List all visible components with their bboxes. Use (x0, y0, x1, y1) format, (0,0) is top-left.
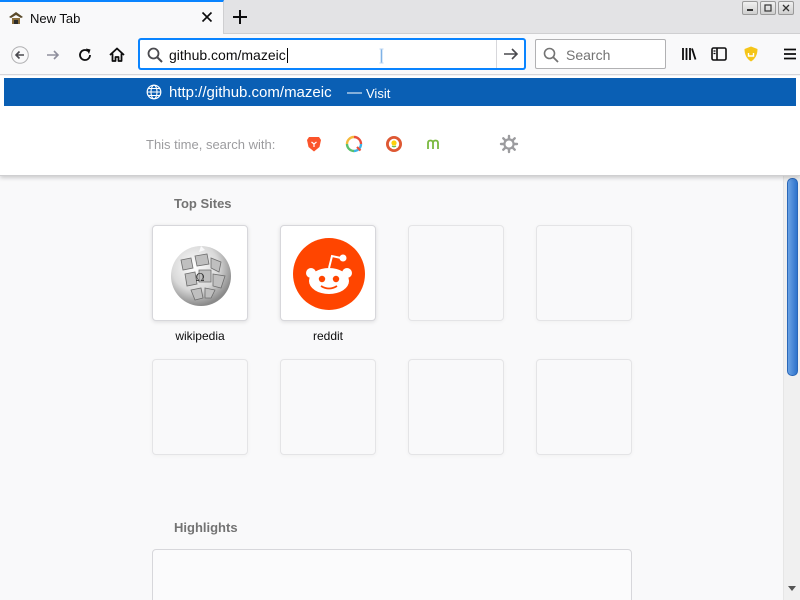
autocomplete-result-row[interactable]: http://github.com/mazeic — Visit (4, 78, 796, 106)
top-site-tile-empty[interactable] (536, 359, 632, 455)
mojeek-icon (427, 139, 439, 149)
top-site-tile-empty[interactable] (408, 225, 504, 321)
text-caret (286, 48, 288, 63)
globe-icon (146, 84, 162, 100)
search-placeholder: Search (566, 47, 611, 63)
one-off-search-label: This time, search with: (146, 137, 276, 152)
url-bar[interactable]: github.com/mazeic (139, 39, 525, 69)
top-site-tile-empty[interactable] (408, 359, 504, 455)
search-icon (147, 47, 163, 63)
go-button[interactable] (496, 40, 525, 68)
duckduckgo-icon (386, 136, 402, 152)
ublock-shield-icon (744, 46, 758, 62)
close-window-icon (782, 4, 790, 12)
search-engine-qwant-button[interactable] (345, 135, 363, 153)
maximize-icon (764, 4, 772, 12)
highlight-card-placeholder (152, 549, 632, 600)
top-site-label-reddit: reddit (312, 329, 344, 343)
top-site-tile-empty[interactable] (152, 359, 248, 455)
scrollbar-thumb[interactable] (787, 178, 798, 376)
sidebar-button[interactable] (706, 41, 732, 67)
autocomplete-separator: — (347, 84, 362, 101)
top-site-tile-empty[interactable] (536, 225, 632, 321)
minimize-icon (747, 9, 753, 11)
search-engine-icon (543, 47, 559, 63)
top-site-label-wikipedia: wikipedia (175, 329, 225, 343)
hamburger-menu-icon (784, 48, 796, 60)
search-engine-duckduckgo-button[interactable] (385, 135, 403, 153)
scroll-down-arrow-icon[interactable] (788, 586, 796, 591)
minimize-button[interactable] (742, 1, 758, 15)
navigation-toolbar: github.com/mazeic Search (0, 35, 800, 75)
brave-lion-icon (307, 137, 321, 152)
window-controls (742, 1, 794, 15)
search-engine-mojeek-button[interactable] (425, 135, 443, 153)
url-input[interactable]: github.com/mazeic (169, 47, 288, 63)
autocomplete-action: Visit (366, 86, 391, 101)
new-tab-button[interactable] (228, 5, 252, 29)
forward-arrow-icon (47, 50, 60, 60)
tab-strip: New Tab (0, 0, 800, 34)
top-site-tile-reddit[interactable] (280, 225, 376, 321)
search-settings-gear-icon[interactable] (499, 134, 519, 154)
top-sites-heading: Top Sites (174, 196, 232, 211)
reload-icon (79, 48, 91, 61)
top-site-tile-wikipedia[interactable]: Ω (152, 225, 248, 321)
back-button[interactable] (6, 41, 34, 69)
top-site-tile-empty[interactable] (280, 359, 376, 455)
home-icon (109, 47, 125, 62)
wikipedia-globe-icon: Ω (171, 246, 231, 306)
menu-button[interactable] (777, 41, 800, 67)
reddit-alien-icon (293, 238, 365, 310)
sidebar-icon (711, 47, 727, 61)
search-bar[interactable]: Search (535, 39, 666, 69)
extension-button[interactable] (738, 41, 764, 67)
search-engine-brave-button[interactable] (305, 135, 323, 153)
go-arrow-icon (504, 48, 519, 60)
library-button[interactable] (676, 41, 702, 67)
qwant-icon (345, 135, 363, 153)
close-tab-button[interactable] (198, 8, 216, 26)
plus-icon (233, 10, 247, 24)
tab-favicon-icon (9, 12, 23, 24)
svg-text:Ω: Ω (195, 271, 204, 284)
tab-new-tab[interactable]: New Tab (0, 0, 224, 34)
home-button[interactable] (103, 41, 131, 69)
forward-button[interactable] (39, 41, 67, 69)
close-icon (201, 11, 213, 23)
autocomplete-url: http://github.com/mazeic (169, 84, 332, 101)
url-autocomplete-popup: http://github.com/mazeic — Visit This ti… (0, 76, 800, 176)
library-icon (682, 48, 697, 60)
maximize-button[interactable] (760, 1, 776, 15)
tab-title: New Tab (30, 11, 81, 26)
one-off-search-row: This time, search with: (0, 128, 800, 160)
highlights-heading: Highlights (174, 520, 238, 535)
back-arrow-icon (11, 46, 29, 64)
mouse-ibeam-cursor-icon (379, 48, 384, 64)
close-window-button[interactable] (778, 1, 794, 15)
url-input-value: github.com/mazeic (169, 47, 286, 63)
page-scrollbar[interactable] (783, 176, 800, 600)
reload-button[interactable] (71, 41, 99, 69)
